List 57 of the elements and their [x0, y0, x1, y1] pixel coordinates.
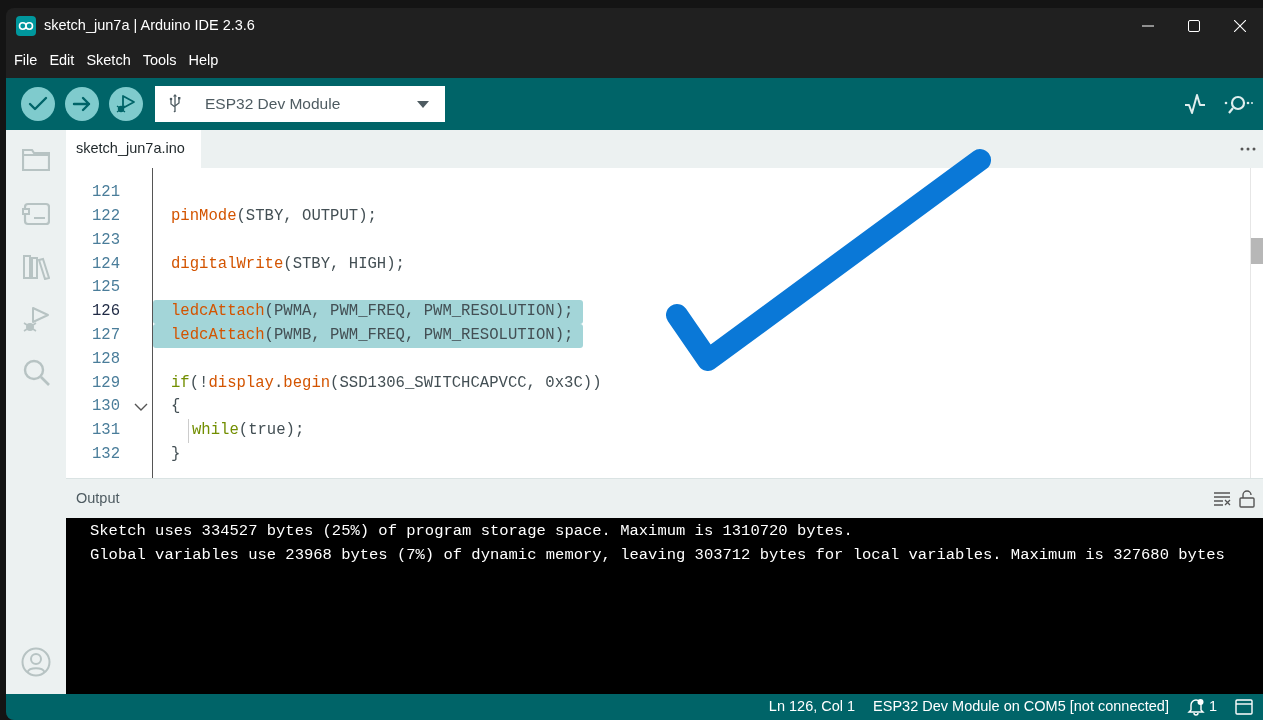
serial-plotter-button[interactable] [1183, 92, 1207, 116]
line-number: 122 [90, 206, 120, 227]
output-line: Global variables use 23968 bytes (7%) of dynamic memory, leaving 303712 bytes for local variables. Maximum is 327680 bytes [90, 545, 1226, 566]
line-number: 123 [90, 229, 120, 251]
file-tab[interactable]: sketch_jun7a.ino [66, 130, 201, 168]
library-icon [22, 252, 50, 280]
notifications-button[interactable]: 1 [1186, 696, 1217, 718]
line-number: 131 [90, 420, 120, 442]
code-line: { [170, 396, 182, 418]
menu-item[interactable]: Tools [136, 50, 183, 72]
line-number: 128 [90, 348, 120, 370]
code-line: digitalWrite(STBY, HIGH); [170, 253, 406, 275]
line-number: 132 [90, 443, 120, 465]
line-number: 129 [90, 372, 120, 394]
scroll-thumb[interactable] [1251, 238, 1263, 264]
debug-icon [115, 93, 137, 115]
more-options-icon[interactable] [1240, 147, 1256, 151]
debug-button[interactable] [109, 87, 143, 121]
output-line: Sketch uses 334527 bytes (25%) of program storage space. Maximum is 1310720 bytes. [90, 521, 854, 542]
arrow-icon [72, 96, 92, 112]
menu-item[interactable]: Edit [43, 50, 81, 72]
caret-icon [417, 100, 429, 108]
search-icon [22, 358, 50, 386]
board-status: ESP32 Dev Module on COM5 [not connected] [873, 697, 1169, 717]
line-number: 130 [90, 396, 120, 418]
window-title: sketch_jun7a | Arduino IDE 2.3.6 [44, 16, 255, 36]
clear-output-icon[interactable] [1213, 489, 1231, 506]
unlock-icon[interactable] [1239, 489, 1255, 508]
line-number: 127 [90, 325, 120, 346]
usb-icon [169, 94, 181, 114]
code-line: pinMode(STBY, OUTPUT); [170, 206, 378, 227]
chevron-down-icon[interactable] [134, 403, 148, 412]
menu-item[interactable]: Sketch [80, 50, 137, 72]
app-logo-icon [16, 16, 36, 36]
upload-button[interactable] [65, 87, 99, 121]
cursor-position: Ln 126, Col 1 [768, 697, 856, 717]
line-number: 121 [90, 182, 120, 204]
line-number: 125 [90, 277, 120, 299]
panel-icon[interactable] [1235, 699, 1253, 715]
plotter-icon [1183, 92, 1207, 116]
close-icon [1234, 20, 1246, 32]
line-number: 126 [90, 301, 120, 323]
maximize-icon [1188, 20, 1200, 32]
menu-item[interactable]: Help [182, 50, 225, 72]
checkmark-icon [28, 96, 48, 112]
board-selector[interactable]: ESP32 Dev Module [155, 86, 445, 122]
folder-icon [22, 146, 50, 174]
code-line: if(!display.begin(SSD1306_SWITCHCAPVCC, 0x3C)) [170, 372, 603, 394]
bell-icon [1186, 698, 1205, 716]
menu-item[interactable]: File [8, 50, 44, 72]
verify-button[interactable] [21, 87, 55, 121]
code-line: while(true); [191, 420, 306, 442]
line-number: 124 [90, 253, 120, 275]
code-line: } [170, 443, 182, 465]
debug-icon [22, 305, 50, 333]
output-title: Output [76, 488, 120, 508]
user-avatar-icon [21, 647, 51, 677]
